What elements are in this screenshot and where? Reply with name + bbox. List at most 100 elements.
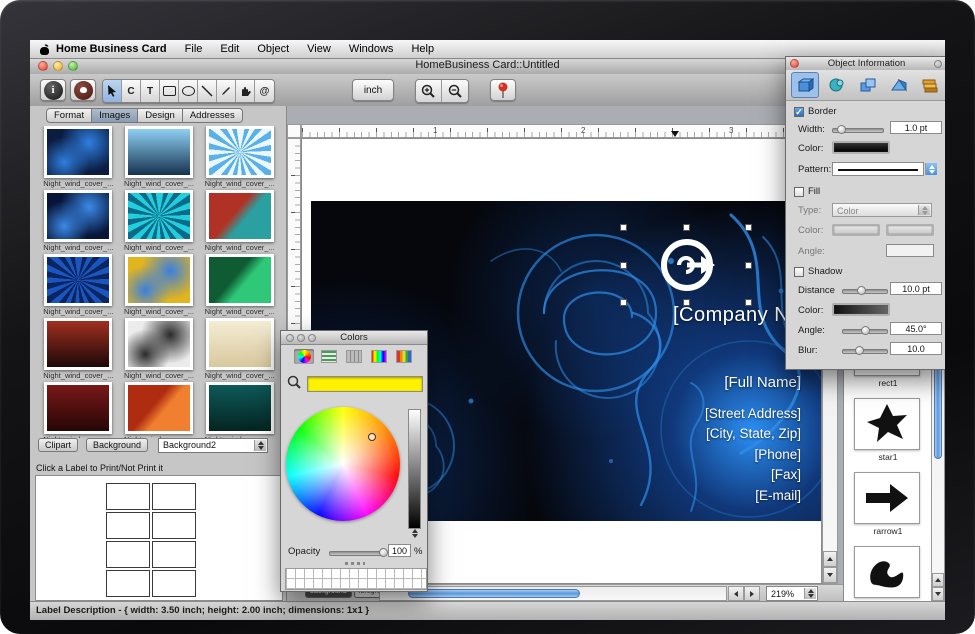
close-button[interactable] [38,61,48,71]
swatch-drawer-handle[interactable] [345,562,365,565]
brightness-slider[interactable] [408,409,421,529]
color-wheel[interactable] [286,407,400,521]
scroll-left-button[interactable] [728,586,744,601]
tab-arrange[interactable] [855,73,881,97]
menu-item-windows[interactable]: Windows [349,43,394,55]
shape-item-shape4[interactable] [854,546,922,600]
shadow-color-swatch[interactable] [832,303,890,316]
tab-design[interactable]: Design [138,108,183,123]
scroll-right-button[interactable] [744,586,760,601]
pointer-tool[interactable] [103,80,122,102]
object-info-close-button[interactable] [790,59,799,68]
label-cell[interactable] [106,570,150,597]
label-cell[interactable] [152,512,196,539]
shadow-distance-knob[interactable] [857,286,866,295]
shape-item-star1[interactable]: star1 [854,398,922,462]
border-color-swatch[interactable] [832,141,890,154]
tab-transform[interactable] [886,73,912,97]
current-color-well[interactable] [307,376,423,392]
image-palette-mode-button[interactable] [369,349,389,364]
line-tool[interactable] [198,80,217,102]
border-width-field[interactable]: 1.0 pt [890,121,942,134]
zoom-out-button[interactable] [442,80,468,102]
thumbnail-image[interactable] [44,382,112,434]
label-cell[interactable] [106,541,150,568]
shadow-angle-knob[interactable] [861,326,870,335]
clipart-button[interactable]: Clipart [38,438,78,452]
ellipse-tool[interactable] [179,80,198,102]
shadow-angle-slider[interactable] [842,329,888,334]
pen-tool[interactable] [217,80,236,102]
crayons-mode-button[interactable] [394,349,414,364]
canvas-hscrollbar[interactable] [379,586,727,601]
shapes-scroll-down-button[interactable] [932,587,944,601]
brightness-stepper-icon[interactable] [408,529,421,539]
background-select[interactable]: Background2 [158,438,268,453]
apple-menu[interactable] [40,44,56,55]
thumbnail-image[interactable] [206,254,274,306]
card-text-object[interactable]: [City, State, Zip] [705,424,801,445]
zoom-level-control[interactable]: 219% [766,586,818,601]
colors-panel-titlebar[interactable]: Colors [281,331,427,345]
fill-checkbox[interactable] [794,187,804,197]
border-width-slider[interactable] [832,128,884,133]
label-cell[interactable] [106,512,150,539]
text-tool[interactable]: T [141,80,160,102]
tab-geometry[interactable] [791,72,819,98]
at-tool[interactable]: @ [255,80,274,102]
colors-close-button[interactable] [286,334,294,342]
pin-button[interactable] [490,79,516,101]
border-pattern-well[interactable] [832,162,924,176]
card-text-object[interactable]: [Phone] [705,445,801,466]
stamp-button[interactable] [70,79,96,101]
shapes-scroll-up-button[interactable] [932,573,944,587]
arc-tool[interactable]: C [122,80,141,102]
object-info-collapse-button[interactable] [934,60,942,68]
tab-format[interactable]: Format [46,108,92,123]
thumbnail-image[interactable] [44,126,112,178]
opacity-slider[interactable] [329,551,387,556]
opacity-knob[interactable] [379,548,388,557]
shape-item-rarrow1[interactable]: rarrow1 [854,472,922,536]
color-selection-dot[interactable] [368,433,376,441]
colors-minimize-button[interactable] [297,334,305,342]
thumbnail-image[interactable] [206,190,274,242]
thumbnail-image[interactable] [125,254,193,306]
unit-dropdown[interactable]: inch [352,79,394,101]
shadow-blur-knob[interactable] [855,346,864,355]
hand-tool[interactable] [236,80,255,102]
border-pattern-stepper[interactable] [925,162,938,176]
color-sliders-mode-button[interactable] [319,349,339,364]
thumbnail-image[interactable] [44,318,112,370]
color-wheel-mode-button[interactable] [294,349,314,364]
thumbnail-image[interactable] [125,382,193,434]
menu-item-object[interactable]: Object [257,43,289,55]
tab-style[interactable] [824,73,850,97]
zoom-in-button[interactable] [416,80,442,102]
border-width-knob[interactable] [837,125,846,134]
thumbnail-image[interactable] [44,254,112,306]
app-menu[interactable]: Home Business Card [56,43,167,55]
thumbnail-image[interactable] [125,126,193,178]
colors-zoom-button[interactable] [308,334,316,342]
thumbnail-image[interactable] [125,190,193,242]
shadow-distance-slider[interactable] [842,289,888,294]
label-cell[interactable] [152,541,196,568]
zoom-stepper-icon[interactable] [804,588,816,599]
thumbnail-image[interactable] [206,318,274,370]
shadow-blur-field[interactable]: 10.0 [890,342,942,355]
label-cell[interactable] [152,483,196,510]
thumbnail-image[interactable] [206,382,274,434]
object-info-titlebar[interactable]: Object Information [786,57,945,71]
background-select-stepper-icon[interactable] [254,440,266,451]
card-text-object[interactable]: [Street Address] [705,404,801,425]
background-button[interactable]: Background [86,438,148,452]
opacity-value-field[interactable]: 100 [388,544,411,557]
thumbnail-image[interactable] [125,318,193,370]
menu-item-file[interactable]: File [185,43,203,55]
fill-color-swatch-1[interactable] [832,224,880,236]
tab-addresses[interactable]: Addresses [183,108,243,123]
label-cell[interactable] [106,483,150,510]
fill-angle-field[interactable] [886,244,934,257]
scroll-up-button[interactable] [823,551,837,567]
